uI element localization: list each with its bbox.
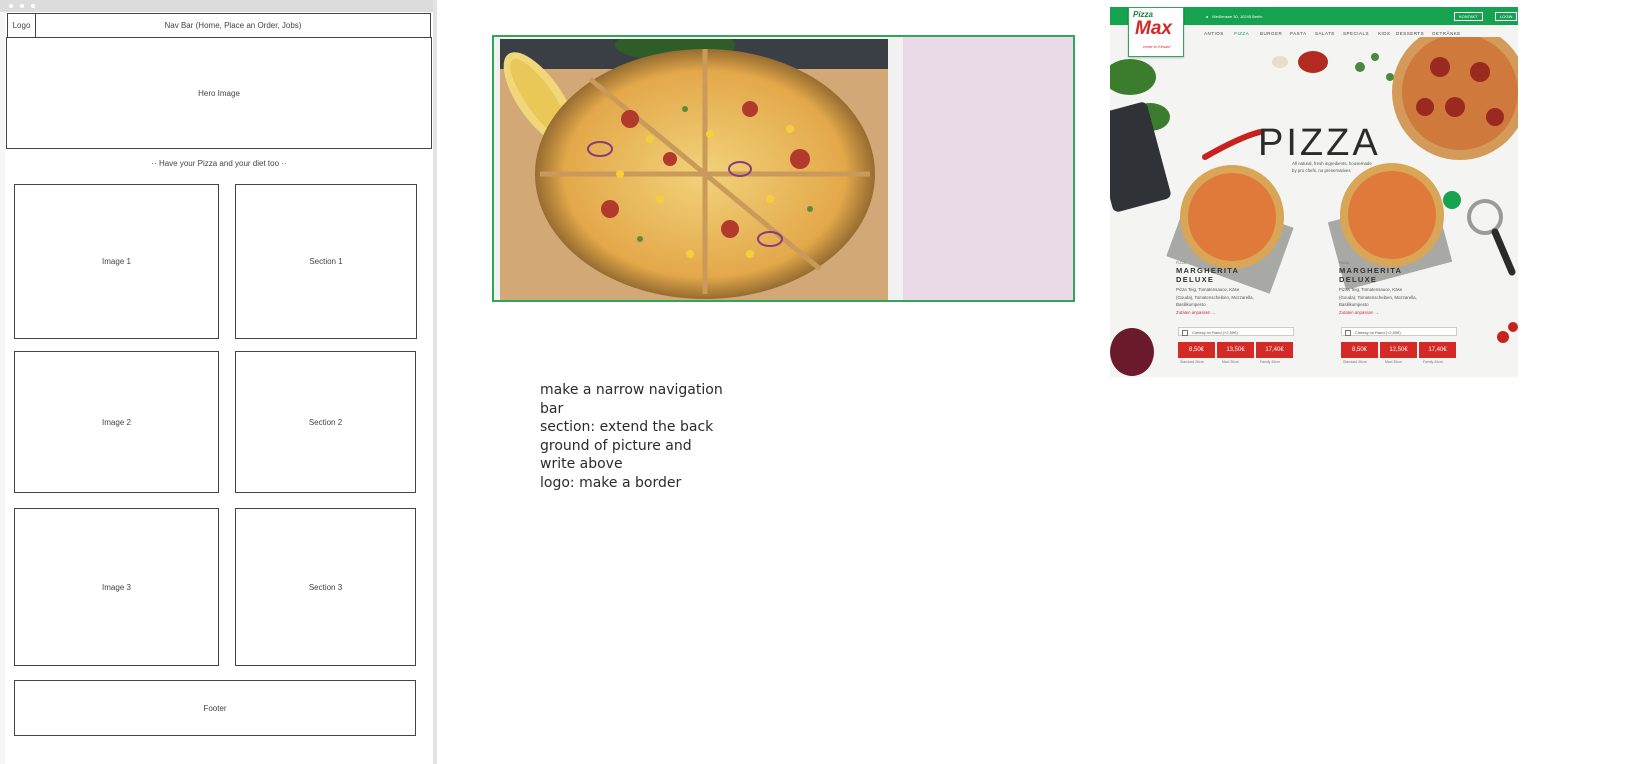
note-line: section: extend the back — [540, 419, 714, 435]
desc-line: Pizza Teig, Tomatensauce, Käse — [1339, 287, 1403, 292]
price-button-maxi[interactable]: 13,50€ — [1217, 342, 1254, 358]
product-description: Pizza Teig, Tomatensauce, Käse (Gouda), … — [1176, 286, 1291, 309]
design-notes: make a narrow navigation bar section: ex… — [540, 381, 730, 492]
wire-tagline-text: Have your Pizza and your diet too — [158, 159, 280, 168]
nav-item-specials[interactable]: SPECIALS — [1343, 31, 1369, 36]
size-label: Maxi 30cm — [1222, 360, 1239, 364]
product-name: MARGHERITA DELUXE — [1176, 266, 1239, 284]
price-button-family[interactable]: 17,40€ — [1419, 342, 1456, 358]
login-button[interactable]: LOGIN — [1495, 12, 1518, 21]
size-label: Family 40cm — [1260, 360, 1280, 364]
price-button-standard[interactable]: 8,50€ — [1341, 342, 1378, 358]
nav-item-getraenke[interactable]: GETRÄNKE — [1432, 31, 1461, 36]
window-dot-icon[interactable] — [20, 4, 24, 8]
wireframe-window: Logo Nav Bar (Home, Place an Order, Jobs… — [0, 0, 437, 764]
reference-subheading: All natural, fresh ingredients, housemad… — [1292, 161, 1442, 174]
wire-image-1: Image 1 — [14, 184, 219, 339]
window-dot-icon[interactable] — [9, 4, 13, 8]
product-name-line: DELUXE — [1176, 274, 1215, 284]
product-kicker: PIZZA — [1339, 261, 1349, 265]
wire-logo: Logo — [7, 13, 36, 38]
desc-line: (Gouda), Tomatenscheiben, Mozzarella, — [1339, 294, 1417, 300]
wire-footer: Footer — [14, 680, 416, 736]
nav-item-kids[interactable]: KIDS — [1378, 31, 1391, 36]
price-button-standard[interactable]: 8,50€ — [1178, 342, 1215, 358]
note-line: bar — [540, 400, 564, 417]
product-name-line: DELUXE — [1339, 274, 1378, 284]
wire-tagline: ·· Have your Pizza and your diet too ·· — [151, 159, 287, 168]
nav-item-desserts[interactable]: DESSERTS — [1396, 31, 1424, 36]
nav-item-burger[interactable]: BURGER — [1260, 31, 1282, 36]
size-label: Maxi 30cm — [1385, 360, 1402, 364]
customize-link[interactable]: Zutaten anpassen → — [1176, 310, 1216, 315]
hero-pizza-photo — [492, 35, 1075, 302]
reference-heading: PIZZA — [1258, 122, 1381, 164]
reference-address[interactable]: Weißensee 30, 10245 Berlin — [1212, 14, 1262, 19]
customize-link[interactable]: Zutaten anpassen → — [1339, 310, 1379, 315]
desc-line: Basilikumpesto — [1339, 302, 1369, 307]
product-kicker: PIZZA — [1176, 261, 1186, 265]
size-label: Family 40cm — [1423, 360, 1443, 364]
location-pin-icon: ● — [1206, 14, 1209, 19]
reference-screenshot: ● Weißensee 30, 10245 Berlin KONTAKT LOG… — [1110, 7, 1518, 377]
nav-item-salate[interactable]: SALATE — [1315, 31, 1335, 36]
price-button-maxi[interactable]: 12,50€ — [1380, 342, 1417, 358]
desc-line: (Gouda), Tomatenscheiben, Mozzarella, — [1176, 294, 1254, 300]
note-line: logo: make a border — [540, 474, 682, 491]
reference-food-illustration — [1110, 37, 1518, 376]
window-dot-icon[interactable] — [31, 4, 35, 8]
nav-item-antios[interactable]: ANTIOS — [1204, 31, 1224, 36]
note-line: ground of picture and — [540, 437, 692, 454]
wire-section-1: Section 1 — [235, 184, 417, 339]
product-description: Pizza Teig, Tomatensauce, Käse (Gouda), … — [1339, 286, 1454, 309]
wire-nav-bar: Nav Bar (Home, Place an Order, Jobs) — [35, 13, 431, 38]
pizza-photo-illustration — [500, 39, 888, 300]
wire-section-2: Section 2 — [235, 351, 416, 493]
subheading-line: by pro chefs, no preservatives — [1292, 167, 1351, 173]
nav-item-pasta[interactable]: PASTA — [1290, 31, 1307, 36]
wire-image-2: Image 2 — [14, 351, 219, 493]
contact-button[interactable]: KONTAKT — [1454, 12, 1483, 21]
note-line: write above — [540, 456, 623, 472]
wire-image-3: Image 3 — [14, 508, 219, 666]
wire-hero-image: Hero Image — [6, 37, 432, 149]
price-button-family[interactable]: 17,40€ — [1256, 342, 1293, 358]
product-name: MARGHERITA DELUXE — [1339, 266, 1402, 284]
wireframe-page: Logo Nav Bar (Home, Place an Order, Jobs… — [5, 12, 433, 764]
size-label: Standard 26cm — [1180, 360, 1204, 364]
cheesy-crust-checkbox[interactable]: Cheesy im Rand (+2,50€) — [1178, 327, 1294, 336]
wire-section-3: Section 3 — [235, 508, 416, 666]
note-line: make a narrow navigation — [540, 382, 723, 398]
size-label: Standard 26cm — [1343, 360, 1367, 364]
nav-item-pizza[interactable]: PIZZA — [1234, 31, 1249, 36]
desc-line: Basilikumpesto — [1176, 302, 1206, 307]
cheesy-crust-checkbox[interactable]: Cheesy im Rand (+2,50€) — [1341, 327, 1457, 336]
desc-line: Pizza Teig, Tomatensauce, Käse — [1176, 287, 1240, 292]
window-title-bar — [0, 0, 433, 12]
